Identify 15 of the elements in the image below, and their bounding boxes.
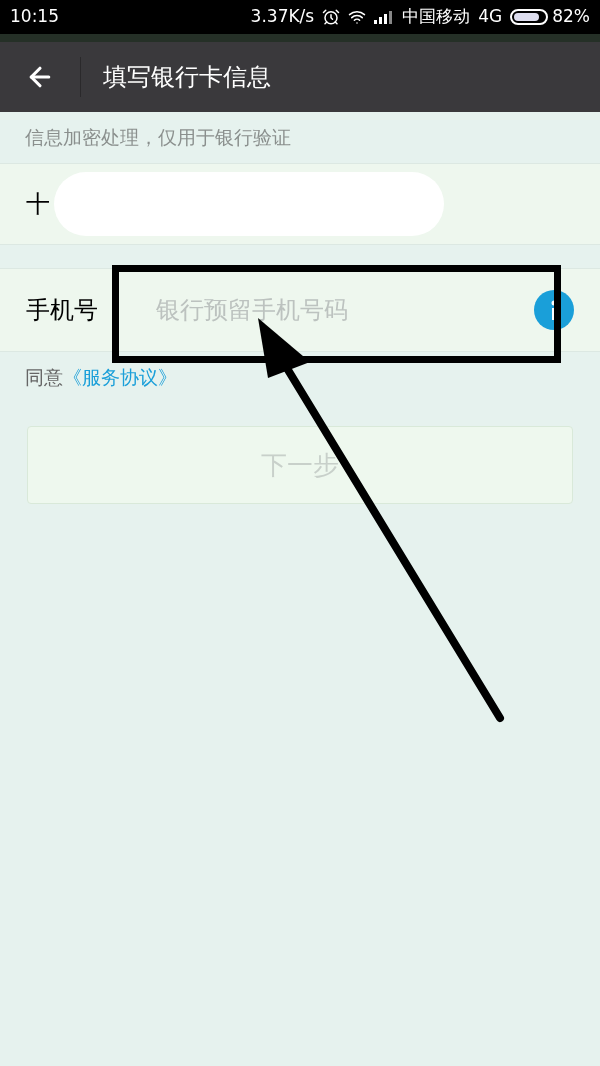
- service-agreement-link[interactable]: 《服务协议》: [63, 362, 177, 392]
- page-title: 填写银行卡信息: [103, 62, 271, 93]
- battery-icon: [510, 9, 549, 25]
- agree-text: 同意: [25, 364, 63, 390]
- signal-icon: [374, 10, 395, 24]
- alarm-icon: [322, 8, 341, 26]
- battery-percent: 82%: [552, 5, 590, 29]
- wifi-icon: [348, 8, 367, 26]
- field-label: 手机号: [26, 295, 98, 326]
- network-type: 4G: [478, 5, 503, 29]
- field-label: 十: [26, 189, 50, 220]
- status-time: 10:15: [10, 5, 59, 29]
- carrier-name: 中国移动: [402, 5, 471, 29]
- network-speed: 3.37K/s: [250, 5, 315, 29]
- security-notice: 信息加密处理，仅用于银行验证: [25, 125, 291, 151]
